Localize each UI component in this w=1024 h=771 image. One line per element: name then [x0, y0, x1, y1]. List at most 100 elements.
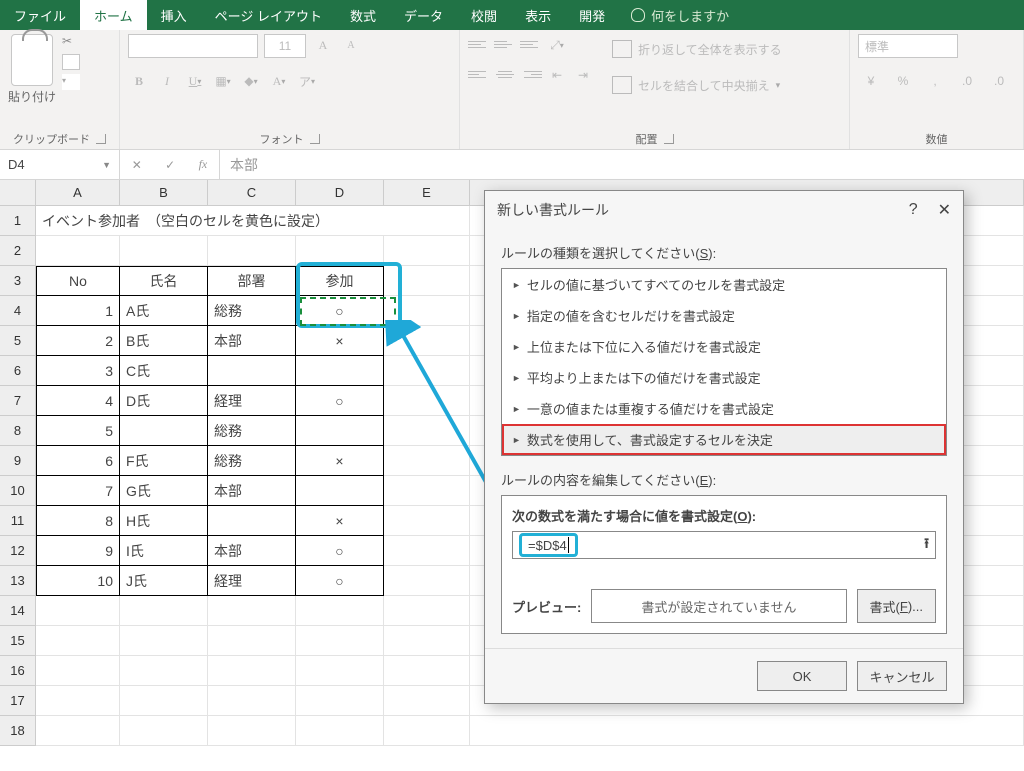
cell[interactable]	[120, 656, 208, 686]
tab-view[interactable]: 表示	[511, 0, 565, 30]
align-top-button[interactable]	[468, 34, 490, 54]
row-header[interactable]: 6	[0, 356, 36, 386]
tab-developer[interactable]: 開発	[565, 0, 619, 30]
cell[interactable]	[384, 686, 470, 716]
align-right-button[interactable]	[520, 64, 542, 84]
formula-bar[interactable]: 本部	[220, 150, 1024, 179]
cell[interactable]: C氏	[120, 356, 208, 386]
align-middle-button[interactable]	[494, 34, 516, 54]
cell[interactable]	[384, 266, 470, 296]
tab-formulas[interactable]: 数式	[336, 0, 390, 30]
wrap-text-button[interactable]: 折り返して全体を表示する	[612, 34, 782, 64]
dialog-titlebar[interactable]: 新しい書式ルール ? ✕	[485, 191, 963, 229]
rule-type-option[interactable]: 平均より上または下の値だけを書式設定	[502, 362, 946, 393]
column-header[interactable]: C	[208, 180, 296, 206]
copy-icon[interactable]	[62, 54, 80, 70]
cell[interactable]	[384, 596, 470, 626]
cell[interactable]	[120, 596, 208, 626]
clipboard-dialog-launcher-icon[interactable]	[96, 134, 106, 144]
cell[interactable]	[384, 716, 470, 746]
cell[interactable]	[208, 686, 296, 716]
row-header[interactable]: 3	[0, 266, 36, 296]
cell[interactable]	[208, 356, 296, 386]
number-format-select[interactable]: 標準	[858, 34, 958, 58]
underline-button[interactable]: U	[184, 70, 206, 92]
ok-button[interactable]: OK	[757, 661, 847, 691]
italic-button[interactable]: I	[156, 70, 178, 92]
cell[interactable]: J氏	[120, 566, 208, 596]
cell[interactable]	[36, 656, 120, 686]
cell[interactable]	[384, 626, 470, 656]
fill-color-button[interactable]: ◆	[240, 70, 262, 92]
cell[interactable]: ○	[296, 296, 384, 326]
collapse-dialog-icon[interactable]: ⭱	[924, 533, 929, 557]
cell[interactable]	[296, 476, 384, 506]
fx-icon[interactable]: fx	[199, 157, 208, 172]
increase-indent-button[interactable]: ⇥	[572, 64, 594, 86]
cell[interactable]	[384, 506, 470, 536]
border-button[interactable]: ▦	[212, 70, 234, 92]
row-header[interactable]: 17	[0, 686, 36, 716]
cut-icon[interactable]	[62, 34, 80, 50]
cell[interactable]	[384, 356, 470, 386]
row-header[interactable]: 10	[0, 476, 36, 506]
cell[interactable]: 5	[36, 416, 120, 446]
cell[interactable]: ×	[296, 446, 384, 476]
cancel-formula-icon[interactable]: ✕	[132, 158, 142, 172]
cell[interactable]	[296, 236, 384, 266]
tab-review[interactable]: 校閲	[457, 0, 511, 30]
decrease-decimal-button[interactable]: .0	[986, 70, 1012, 92]
tab-data[interactable]: データ	[390, 0, 457, 30]
cell[interactable]: No	[36, 266, 120, 296]
cell[interactable]	[296, 596, 384, 626]
close-button[interactable]: ✕	[938, 200, 951, 220]
cell[interactable]: H氏	[120, 506, 208, 536]
cell[interactable]: F氏	[120, 446, 208, 476]
cell[interactable]	[296, 656, 384, 686]
font-color-button[interactable]: A	[268, 70, 290, 92]
increase-decimal-button[interactable]: .0	[954, 70, 980, 92]
cell[interactable]: ○	[296, 566, 384, 596]
cell[interactable]: 3	[36, 356, 120, 386]
cell[interactable]	[36, 626, 120, 656]
cell[interactable]	[120, 626, 208, 656]
cell[interactable]	[36, 596, 120, 626]
font-dialog-launcher-icon[interactable]	[310, 134, 320, 144]
column-header[interactable]: A	[36, 180, 120, 206]
rule-type-option[interactable]: 指定の値を含むセルだけを書式設定	[502, 300, 946, 331]
row-header[interactable]: 18	[0, 716, 36, 746]
row-header[interactable]: 2	[0, 236, 36, 266]
row-header[interactable]: 11	[0, 506, 36, 536]
cell[interactable]	[120, 686, 208, 716]
cell[interactable]: 参加	[296, 266, 384, 296]
cell[interactable]: 10	[36, 566, 120, 596]
row-header[interactable]: 13	[0, 566, 36, 596]
cancel-button[interactable]: キャンセル	[857, 661, 947, 691]
cell[interactable]	[120, 416, 208, 446]
cell[interactable]: 総務	[208, 296, 296, 326]
cell[interactable]: イベント参加者 （空白のセルを黄色に設定）	[36, 206, 470, 236]
format-button[interactable]: 書式(F)...	[857, 589, 936, 623]
cell[interactable]: 9	[36, 536, 120, 566]
cell[interactable]	[296, 686, 384, 716]
font-name-select[interactable]	[128, 34, 258, 58]
comma-format-button[interactable]: ,	[922, 70, 948, 92]
row-header[interactable]: 12	[0, 536, 36, 566]
cell[interactable]: 本部	[208, 476, 296, 506]
tab-home[interactable]: ホーム	[80, 0, 147, 30]
cell[interactable]: 総務	[208, 416, 296, 446]
cell[interactable]	[208, 506, 296, 536]
orientation-button[interactable]: ⤢	[546, 34, 568, 56]
cell[interactable]	[296, 356, 384, 386]
cell[interactable]: 総務	[208, 446, 296, 476]
cell[interactable]: 8	[36, 506, 120, 536]
column-header[interactable]: D	[296, 180, 384, 206]
cell[interactable]	[384, 236, 470, 266]
cell[interactable]	[470, 716, 1024, 746]
cell[interactable]: 氏名	[120, 266, 208, 296]
help-button[interactable]: ?	[909, 201, 918, 219]
cell[interactable]: 2	[36, 326, 120, 356]
cell[interactable]	[384, 446, 470, 476]
row-header[interactable]: 7	[0, 386, 36, 416]
cell[interactable]	[120, 716, 208, 746]
